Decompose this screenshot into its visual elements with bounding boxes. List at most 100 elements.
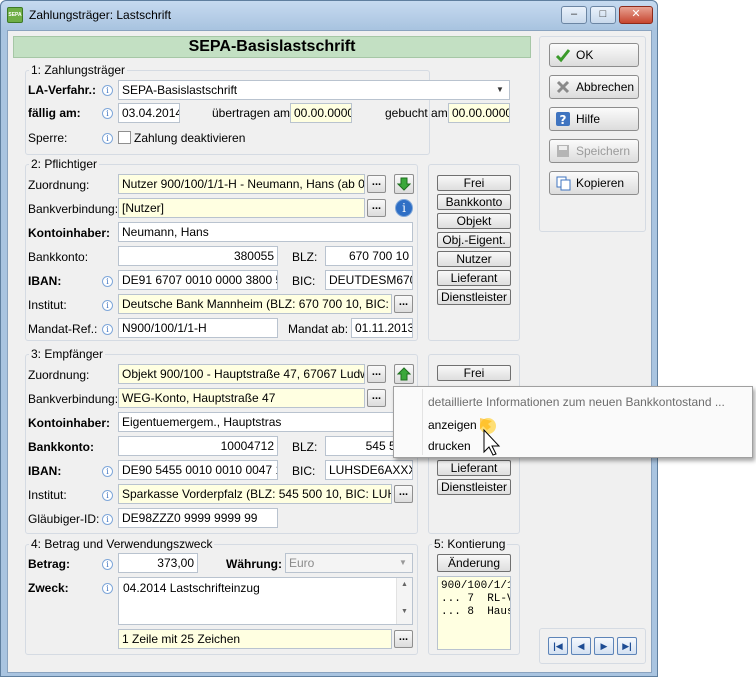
institut-field[interactable]: Deutsche Bank Mannheim (BLZ: 670 700 10,…: [118, 294, 392, 314]
lieferant-button[interactable]: Lieferant: [437, 460, 511, 476]
obj-eigent-button[interactable]: Obj.-Eigent.: [437, 232, 511, 248]
nutzer-button[interactable]: Nutzer: [437, 251, 511, 267]
abbrechen-button[interactable]: Abbrechen: [549, 75, 639, 99]
next-record-button[interactable]: ▶: [594, 637, 614, 655]
save-icon: [557, 145, 569, 157]
bankverbindung-field[interactable]: WEG-Konto, Hauptstraße 47: [118, 388, 365, 408]
bankkonto-button[interactable]: Bankkonto: [437, 194, 511, 210]
title-bar[interactable]: SEPA Zahlungsträger: Lastschrift – □ ✕: [1, 1, 657, 29]
info-icon[interactable]: i: [102, 133, 113, 144]
arrow-up-icon[interactable]: [394, 364, 414, 384]
section-title: 5: Kontierung: [432, 537, 508, 551]
mandat-ref-field[interactable]: N900/100/1/1-H: [118, 318, 278, 338]
zweck-browse-button[interactable]: ...: [394, 630, 413, 648]
zuordnung-field[interactable]: Nutzer 900/100/1/1-H - Neumann, Hans (ab…: [118, 174, 365, 194]
bic-field[interactable]: LUHSDE6AXXX: [325, 460, 413, 480]
zuordnung-field[interactable]: Objekt 900/100 - Hauptstraße 47, 67067 L…: [118, 364, 365, 384]
zweck-textarea[interactable]: 04.2014 Lastschrifteinzug ▲ ▼: [118, 577, 413, 625]
kontierung-list[interactable]: 900/100/1/1- ... 7 RL-Vora ... 8 Hausge: [437, 576, 511, 650]
iban-label: IBAN:: [28, 464, 62, 478]
info-icon[interactable]: i: [102, 85, 113, 96]
zuordnung-browse-button[interactable]: ...: [367, 365, 386, 383]
gebucht-label: gebucht am:: [385, 106, 452, 120]
zeilen-info-field: 1 Zeile mit 25 Zeichen: [118, 629, 392, 649]
la-verfahren-select[interactable]: SEPA-Basislastschrift ▼: [118, 80, 510, 100]
last-record-button[interactable]: ▶|: [617, 637, 637, 655]
mandat-ab-field[interactable]: 01.11.2013: [351, 318, 413, 338]
info-icon[interactable]: i: [102, 583, 113, 594]
frei-button[interactable]: Frei: [437, 175, 511, 191]
cross-icon: [556, 80, 570, 94]
frei-button[interactable]: Frei: [437, 365, 511, 381]
hilfe-button[interactable]: ? Hilfe: [549, 107, 639, 131]
maximize-button[interactable]: □: [590, 6, 616, 24]
blz-label: BLZ:: [292, 250, 318, 264]
info-icon[interactable]: i: [102, 276, 113, 287]
first-record-button[interactable]: |◀: [548, 637, 568, 655]
scrollbar[interactable]: ▲ ▼: [396, 578, 412, 624]
zuordnung-label: Zuordnung:: [28, 368, 90, 382]
faellig-field[interactable]: 03.04.2014: [118, 103, 180, 123]
list-item: ... 8 Hausge: [441, 606, 510, 618]
dienstleister-button[interactable]: Dienstleister: [437, 479, 511, 495]
bankverbindung-browse-button[interactable]: ...: [367, 389, 386, 407]
info-icon[interactable]: i: [102, 466, 113, 477]
arrow-down-icon[interactable]: [394, 174, 414, 194]
institut-browse-button[interactable]: ...: [394, 485, 413, 503]
close-button[interactable]: ✕: [619, 6, 653, 24]
info-icon[interactable]: i: [102, 514, 113, 525]
menu-item-anzeigen[interactable]: anzeigen: [428, 418, 477, 432]
aenderung-button[interactable]: Änderung: [437, 554, 511, 572]
uebertragen-field[interactable]: 00.00.0000: [290, 103, 352, 123]
window-title: Zahlungsträger: Lastschrift: [29, 8, 172, 22]
dienstleister-button[interactable]: Dienstleister: [437, 289, 511, 305]
svg-text:?: ?: [560, 113, 567, 127]
bic-label: BIC:: [292, 274, 316, 288]
institut-field[interactable]: Sparkasse Vorderpfalz (BLZ: 545 500 10, …: [118, 484, 392, 504]
chevron-down-icon: ▼: [496, 85, 504, 94]
bankkonto-field[interactable]: 380055: [118, 246, 278, 266]
zuordnung-label: Zuordnung:: [28, 178, 90, 192]
info-icon[interactable]: i: [102, 108, 113, 119]
list-item: 900/100/1/1-: [441, 580, 510, 592]
zuordnung-browse-button[interactable]: ...: [367, 175, 386, 193]
bankverbindung-browse-button[interactable]: ...: [367, 199, 386, 217]
minimize-button[interactable]: –: [561, 6, 587, 24]
la-verfahren-label: LA-Verfahr.:: [28, 83, 97, 97]
institut-browse-button[interactable]: ...: [394, 295, 413, 313]
bankkonto-field[interactable]: 10004712: [118, 436, 278, 456]
bankkonto-label: Bankkonto:: [28, 440, 94, 454]
lieferant-button[interactable]: Lieferant: [437, 270, 511, 286]
speichern-button[interactable]: Speichern: [549, 139, 639, 163]
info-circle-icon[interactable]: i: [395, 199, 413, 217]
ok-button[interactable]: OK: [549, 43, 639, 67]
zahlung-deaktivieren-checkbox[interactable]: [118, 131, 131, 144]
iban-field[interactable]: DE91 6707 0010 0000 3800 55: [118, 270, 278, 290]
kontoinhaber-field[interactable]: Eigentuemergem., Hauptstras: [118, 412, 413, 432]
iban-field[interactable]: DE90 5455 0010 0010 0047 12: [118, 460, 278, 480]
bankkonto-label: Bankkonto:: [28, 250, 89, 264]
betrag-field[interactable]: 373,00: [118, 553, 198, 573]
copy-icon: [556, 176, 571, 191]
bankverbindung-field[interactable]: [Nutzer]: [118, 198, 365, 218]
bic-field[interactable]: DEUTDESM670: [325, 270, 413, 290]
uebertragen-label: übertragen am:: [212, 106, 294, 120]
prev-record-button[interactable]: ◀: [571, 637, 591, 655]
chevron-down-icon: ▼: [399, 558, 407, 567]
glaeubiger-id-field[interactable]: DE98ZZZ0 9999 9999 99: [118, 508, 278, 528]
objekt-button[interactable]: Objekt: [437, 213, 511, 229]
kontoinhaber-field[interactable]: Neumann, Hans: [118, 222, 413, 242]
waehrung-select[interactable]: Euro ▼: [285, 553, 413, 573]
info-icon[interactable]: i: [102, 559, 113, 570]
bic-label: BIC:: [292, 464, 316, 478]
waehrung-label: Währung:: [226, 557, 282, 571]
betrag-label: Betrag:: [28, 557, 71, 571]
blz-label: BLZ:: [292, 440, 318, 454]
gebucht-field[interactable]: 00.00.0000: [448, 103, 510, 123]
kopieren-button[interactable]: Kopieren: [549, 171, 639, 195]
blz-field[interactable]: 670 700 10: [325, 246, 413, 266]
info-icon[interactable]: i: [102, 300, 113, 311]
menu-item-drucken[interactable]: drucken: [428, 439, 471, 453]
info-icon[interactable]: i: [102, 490, 113, 501]
info-icon[interactable]: i: [102, 324, 113, 335]
